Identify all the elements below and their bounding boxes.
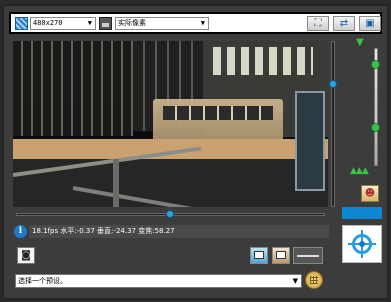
chevron-down-icon: ▼ — [87, 19, 92, 27]
top-toolbar: 480x270 ▼ 实际像素 ▼ ⛶ ⇄ ▣ — [9, 12, 382, 34]
split-view-icon — [297, 255, 319, 257]
video-road — [13, 139, 328, 159]
preset-go-button[interactable] — [305, 271, 323, 289]
video-signpost — [295, 91, 325, 191]
image-size-value: 实际像素 — [118, 19, 146, 27]
video-building-left — [13, 41, 133, 136]
preset-select[interactable]: 选择一个预设。 ▼ — [15, 274, 302, 288]
video-windows — [213, 47, 313, 75]
resolution-icon — [15, 17, 28, 30]
refresh-icon: ⇄ — [339, 18, 349, 29]
focus-slider-handle[interactable] — [371, 60, 380, 69]
view-mode-button-2[interactable] — [272, 247, 290, 264]
monitor-icon — [254, 251, 264, 259]
camera-icon: ◙ — [21, 250, 31, 261]
zoom-tele-icon: ▼ — [356, 37, 364, 48]
user-button[interactable]: ☻ — [361, 185, 379, 202]
camera-video-view[interactable] — [13, 41, 328, 207]
target-dot-icon — [359, 241, 365, 247]
picture-icon — [276, 251, 286, 259]
snapshot-button[interactable]: ◙ — [17, 247, 35, 264]
fit-screen-button[interactable]: ⛶ — [307, 16, 329, 31]
control-status-bar — [342, 207, 382, 219]
view-mode-button-3[interactable] — [293, 247, 323, 264]
person-icon: ☻ — [364, 188, 376, 199]
image-size-icon — [99, 17, 112, 30]
tilt-slider-handle[interactable] — [329, 80, 337, 88]
view-mode-button-1[interactable] — [250, 247, 268, 264]
fullscreen-icon: ▣ — [365, 18, 375, 29]
ptz-control-button[interactable] — [342, 225, 382, 263]
resolution-value: 480x270 — [33, 19, 63, 27]
chevron-down-icon: ▼ — [200, 19, 205, 27]
pan-slider-handle[interactable] — [166, 210, 174, 218]
zoom-slider-handle[interactable] — [371, 123, 380, 132]
image-size-select[interactable]: 实际像素 ▼ — [115, 17, 209, 30]
status-readout: 18.1fps 水平:-0.37 垂直:-24.37 变焦:58.27 — [29, 225, 329, 238]
fit-screen-icon: ⛶ — [314, 18, 322, 29]
tilt-slider-track[interactable] — [331, 41, 335, 207]
preset-value: 选择一个预设。 — [18, 277, 67, 285]
video-pillar — [113, 159, 119, 207]
chevron-down-icon: ▼ — [292, 277, 298, 285]
fullscreen-button[interactable]: ▣ — [359, 16, 381, 31]
zoom-wide-icon[interactable]: ▲▲▲ — [350, 166, 369, 176]
resolution-select[interactable]: 480x270 ▼ — [30, 17, 96, 30]
video-bus-windows — [163, 106, 273, 120]
refresh-button[interactable]: ⇄ — [333, 16, 355, 31]
info-icon[interactable]: i — [14, 225, 27, 238]
